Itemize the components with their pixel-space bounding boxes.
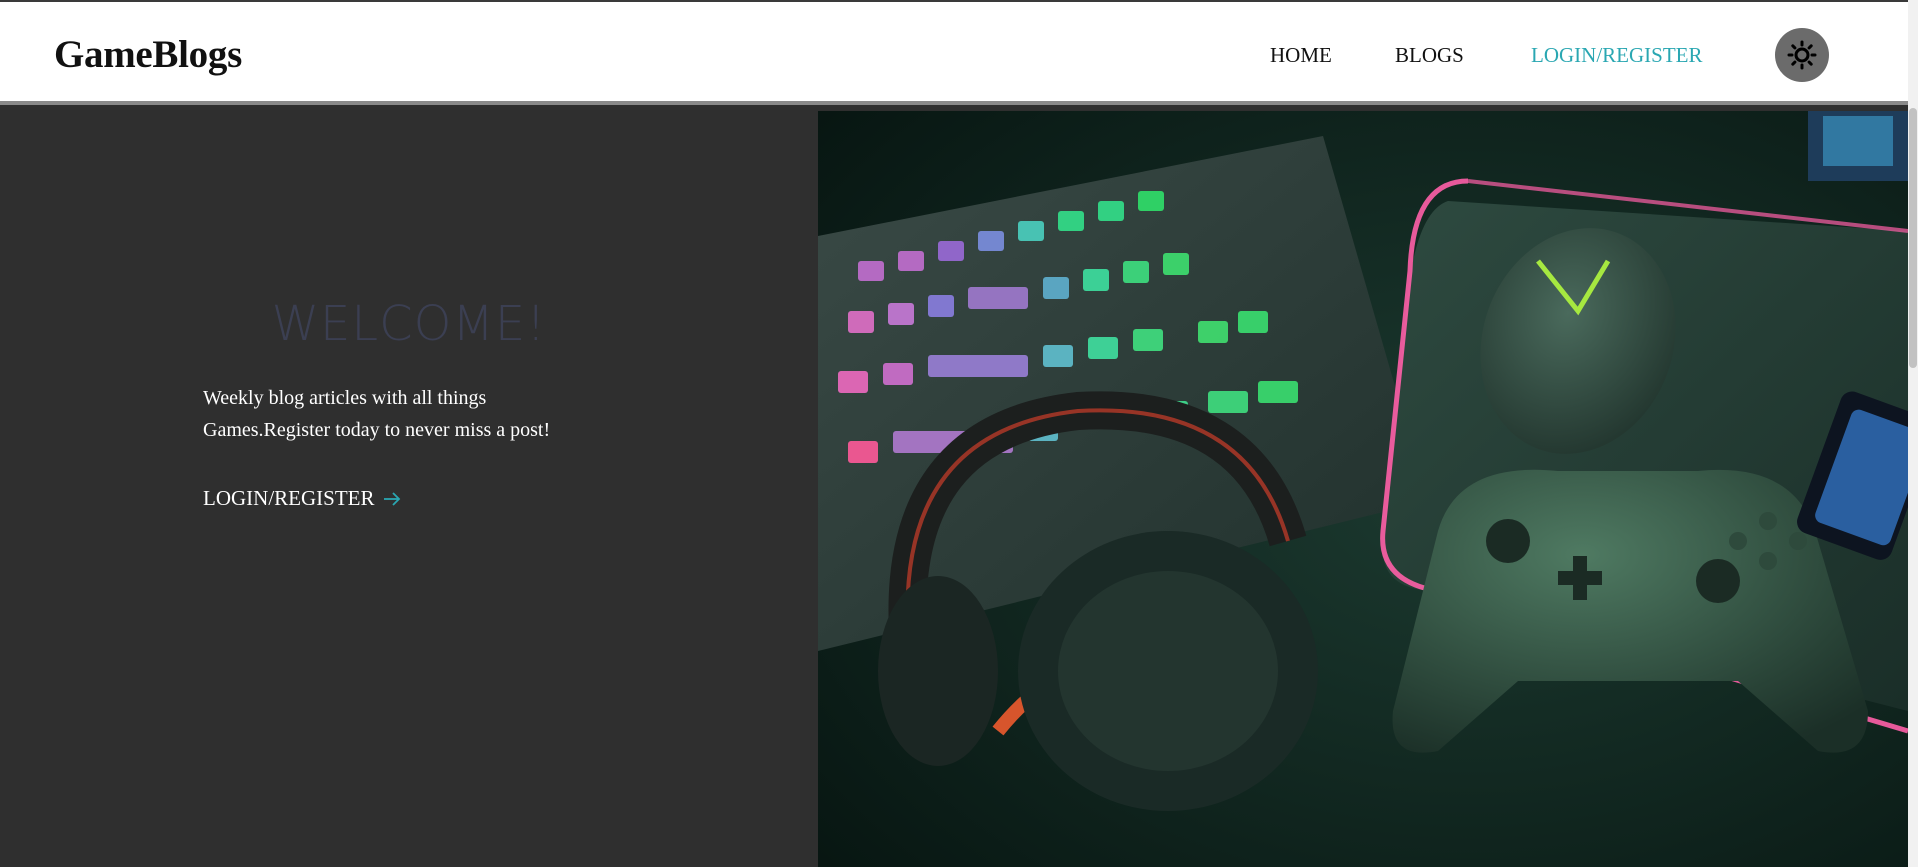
nav-blogs-link[interactable]: BLOGS [1395, 43, 1464, 68]
scrollbar-thumb[interactable] [1909, 108, 1917, 368]
welcome-heading: WELCOME! [271, 296, 547, 352]
hero-login-register-link[interactable]: LOGIN/REGISTER [203, 486, 401, 511]
page-scrollbar[interactable] [1908, 0, 1918, 867]
cta-label: LOGIN/REGISTER [203, 486, 375, 510]
sun-icon [1787, 40, 1817, 70]
navbar: GameBlogs HOME BLOGS LOGIN/REGISTER [0, 2, 1908, 105]
tagline-line-2: Games.Register today to never miss a pos… [203, 419, 551, 441]
nav-login-register-link[interactable]: LOGIN/REGISTER [1531, 43, 1703, 68]
tagline-line-1: Weekly blog articles with all things [203, 387, 487, 409]
brand-logo[interactable]: GameBlogs [54, 32, 242, 77]
arrow-right-icon [383, 491, 401, 507]
gaming-setup-image [818, 111, 1908, 867]
hero-tagline: Weekly blog articles with all things Gam… [203, 382, 603, 446]
theme-toggle-button[interactable] [1775, 28, 1829, 82]
hero-text-panel [0, 111, 818, 867]
nav-home-link[interactable]: HOME [1270, 43, 1332, 68]
